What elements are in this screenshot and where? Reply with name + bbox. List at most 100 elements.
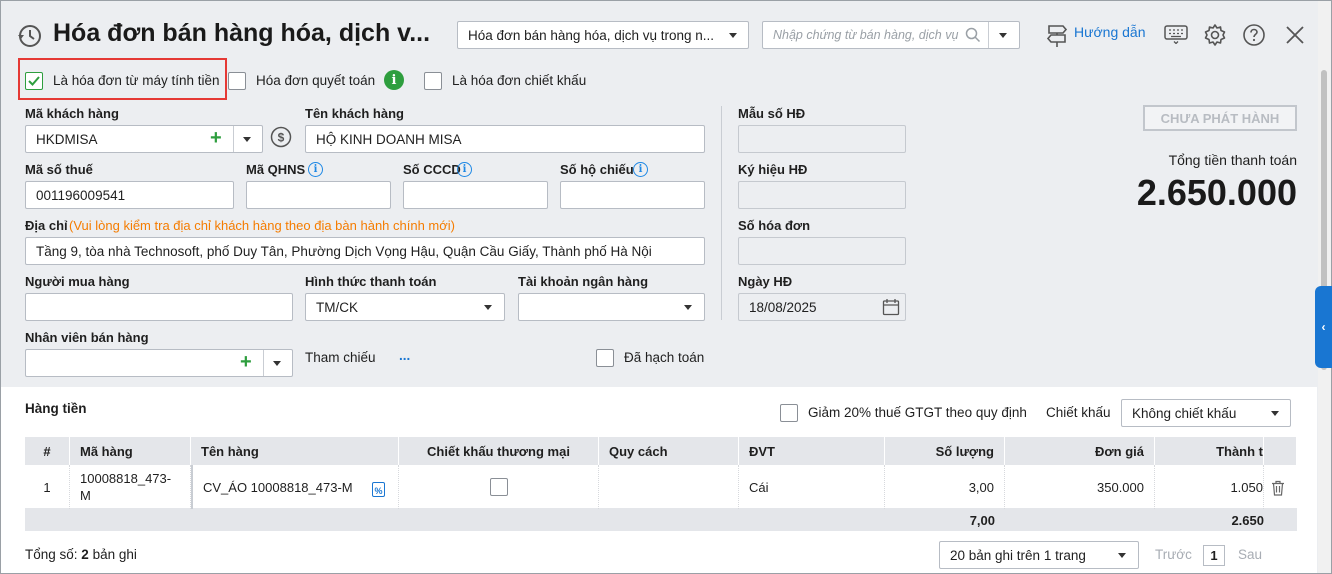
cell-code[interactable]: 10008818_473-M (70, 465, 191, 509)
cell-trade-discount[interactable] (399, 465, 599, 509)
col-header-name: Tên hàng (191, 437, 399, 465)
col-header-no: # (25, 437, 70, 465)
tax-code-input[interactable]: 001196009541 (25, 181, 234, 209)
cell-no: 1 (25, 465, 70, 509)
col-header-qty: Số lượng (885, 437, 1005, 465)
current-page[interactable]: 1 (1203, 545, 1225, 566)
address-input[interactable]: Tầng 9, tòa nhà Technosoft, phố Duy Tân,… (25, 237, 705, 265)
prev-page-button[interactable]: Trước (1155, 547, 1192, 562)
discount-value: Không chiết khấu (1132, 405, 1237, 421)
invoice-date-value: 18/08/2025 (749, 299, 817, 315)
symbol-label: Ký hiệu HĐ (738, 162, 808, 177)
sales-staff-divider (263, 350, 264, 376)
signpost-icon[interactable] (1045, 22, 1069, 48)
trade-discount-checkbox[interactable] (489, 478, 508, 496)
customer-code-input[interactable]: HKDMISA (25, 125, 263, 153)
vat-reduction-checkbox[interactable] (780, 404, 798, 422)
page-size-dropdown-icon (1118, 553, 1126, 558)
close-icon[interactable] (1285, 25, 1305, 45)
staff-dropdown-icon[interactable] (273, 361, 281, 366)
footer-qty: 7,00 (885, 509, 1005, 531)
discount-invoice-checkbox[interactable] (424, 72, 442, 90)
svg-text:$: $ (278, 131, 285, 145)
buyer-input[interactable] (25, 293, 293, 321)
collapse-panel-button[interactable]: ‹ (1315, 286, 1332, 368)
cccd-info-icon[interactable]: i (457, 162, 472, 177)
qhns-label: Mã QHNS (246, 162, 306, 177)
cell-amount[interactable]: 1.050 (1155, 465, 1264, 509)
cell-spec[interactable] (599, 465, 739, 509)
trash-icon[interactable] (1270, 480, 1286, 496)
total-label: Tổng tiền thanh toán (1168, 152, 1297, 168)
col-header-unit: ĐVT (739, 437, 885, 465)
add-staff-icon[interactable]: + (240, 352, 252, 372)
search-divider (988, 22, 989, 48)
history-icon[interactable] (16, 23, 42, 49)
invoice-type-select[interactable]: Hóa đơn bán hàng hóa, dịch vụ trong n... (457, 21, 749, 49)
symbol-input (738, 181, 906, 209)
cccd-label: Số CCCD (403, 162, 461, 177)
discount-invoice-label: Là hóa đơn chiết khấu (452, 73, 587, 88)
cell-qty[interactable]: 3,00 (885, 465, 1005, 509)
next-page-button[interactable]: Sau (1238, 547, 1262, 562)
page-title: Hóa đơn bán hàng hóa, dịch v... (53, 19, 431, 47)
footer-amount: 2.650 (1155, 509, 1264, 531)
customer-dropdown-icon[interactable] (243, 137, 251, 142)
dollar-icon[interactable]: $ (270, 126, 292, 148)
posted-checkbox[interactable] (596, 349, 614, 367)
search-box[interactable]: Nhập chứng từ bán hàng, dịch vụ (762, 21, 1020, 49)
discount-select[interactable]: Không chiết khấu (1121, 399, 1291, 427)
add-customer-icon[interactable]: + (210, 128, 222, 148)
qhns-input[interactable] (246, 181, 391, 209)
cash-register-checkbox[interactable] (25, 72, 43, 90)
invoice-date-input[interactable]: 18/08/2025 (738, 293, 906, 321)
record-count-prefix: Tổng số: (25, 547, 78, 562)
bank-account-select[interactable] (518, 293, 705, 321)
col-header-price: Đơn giá (1005, 437, 1155, 465)
help-link[interactable]: Hướng dẫn (1074, 24, 1145, 40)
cell-name[interactable]: CV_ÁO 10008818_473-M (191, 465, 399, 509)
sales-staff-input[interactable] (25, 349, 293, 377)
search-dropdown-icon[interactable] (999, 33, 1007, 38)
sales-staff-label: Nhân viên bán hàng (25, 330, 149, 345)
cash-register-label: Là hóa đơn từ máy tính tiền (53, 73, 220, 88)
customer-name-label: Tên khách hàng (305, 106, 404, 121)
calendar-icon[interactable] (882, 298, 900, 316)
qhns-info-icon[interactable]: i (308, 162, 323, 177)
chevron-down-icon (729, 33, 737, 38)
search-icon[interactable] (965, 27, 981, 43)
cell-price[interactable]: 350.000 (1005, 465, 1155, 509)
search-input[interactable]: Nhập chứng từ bán hàng, dịch vụ (773, 28, 958, 42)
invoice-date-label: Ngày HĐ (738, 274, 793, 289)
settlement-info-icon[interactable]: i (384, 70, 404, 90)
table-footer (25, 509, 1297, 531)
section-divider (721, 106, 722, 320)
percent-tag-icon[interactable]: % (372, 482, 385, 497)
payment-method-select[interactable]: TM/CK (305, 293, 505, 321)
reference-link[interactable]: ... (399, 348, 410, 363)
cell-unit[interactable]: Cái (739, 465, 885, 509)
record-count-value: 2 (81, 547, 89, 562)
status-badge: CHƯA PHÁT HÀNH (1143, 105, 1297, 131)
tax-code-value: 001196009541 (36, 187, 126, 203)
gear-icon[interactable] (1203, 23, 1227, 47)
keyboard-icon[interactable] (1164, 24, 1188, 44)
customer-name-input[interactable]: HỘ KINH DOANH MISA (305, 125, 705, 153)
template-label: Mẫu số HĐ (738, 106, 806, 121)
payment-dropdown-icon (484, 305, 492, 310)
chevron-left-icon: ‹ (1321, 320, 1326, 334)
cccd-input[interactable] (403, 181, 548, 209)
address-value: Tầng 9, tòa nhà Technosoft, phố Duy Tân,… (36, 243, 652, 259)
help-icon[interactable] (1242, 23, 1266, 47)
settlement-checkbox[interactable] (228, 72, 246, 90)
bank-account-label: Tài khoản ngân hàng (518, 274, 649, 289)
passport-info-icon[interactable]: i (633, 162, 648, 177)
col-header-code: Mã hàng (70, 437, 191, 465)
page-size-select[interactable]: 20 bản ghi trên 1 trang (939, 541, 1139, 569)
address-note: (Vui lòng kiểm tra địa chỉ khách hàng th… (69, 218, 455, 233)
customer-name-value: HỘ KINH DOANH MISA (316, 131, 462, 147)
status-badge-label: CHƯA PHÁT HÀNH (1160, 110, 1280, 126)
passport-input[interactable] (560, 181, 705, 209)
col-header-trade-discount: Chiết khấu thương mại (399, 437, 599, 465)
payment-method-value: TM/CK (316, 299, 358, 315)
